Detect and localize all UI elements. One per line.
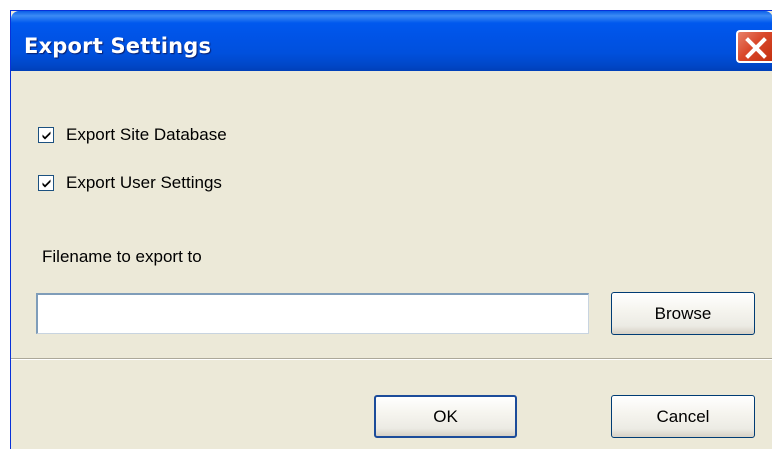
export-site-database-label: Export Site Database bbox=[66, 125, 227, 144]
export-user-settings-label: Export User Settings bbox=[66, 173, 222, 192]
dialog-body: Export Site Database Export User Setting… bbox=[11, 71, 772, 449]
export-site-database-option[interactable]: Export Site Database bbox=[38, 123, 227, 147]
checkmark-icon bbox=[42, 179, 51, 188]
title-bar[interactable]: Export Settings bbox=[11, 11, 772, 71]
close-icon bbox=[745, 37, 767, 59]
checkmark-icon bbox=[42, 131, 51, 140]
filename-input[interactable] bbox=[36, 293, 589, 334]
window-title: Export Settings bbox=[24, 34, 212, 58]
cancel-button[interactable]: Cancel bbox=[611, 395, 755, 438]
export-settings-dialog: Export Settings Export Site Database Exp… bbox=[10, 10, 772, 449]
separator bbox=[11, 358, 772, 360]
filename-label: Filename to export to bbox=[42, 247, 202, 266]
browse-button[interactable]: Browse bbox=[611, 292, 755, 335]
export-user-settings-checkbox[interactable] bbox=[38, 175, 54, 191]
ok-button[interactable]: OK bbox=[374, 395, 517, 438]
export-user-settings-option[interactable]: Export User Settings bbox=[38, 171, 222, 195]
close-button[interactable] bbox=[736, 30, 772, 63]
export-site-database-checkbox[interactable] bbox=[38, 127, 54, 143]
